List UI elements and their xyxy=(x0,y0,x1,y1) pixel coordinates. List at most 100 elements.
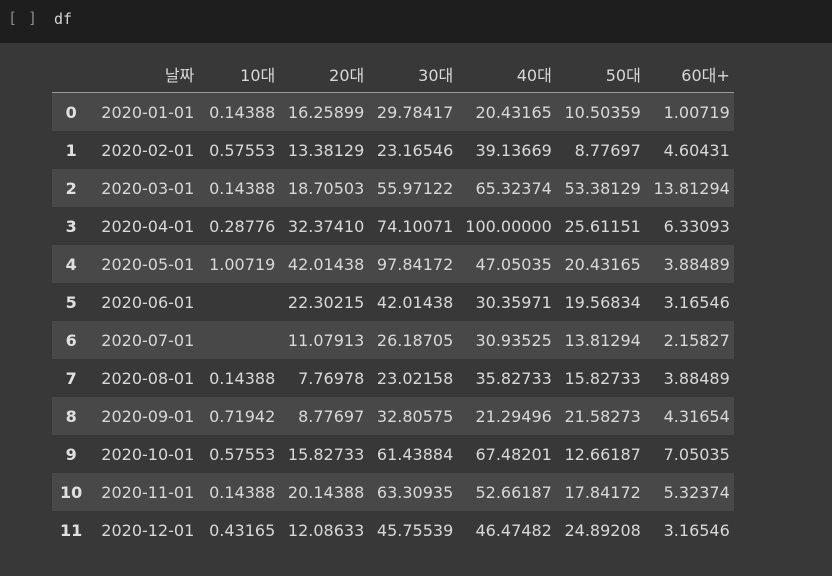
table-cell: 2020-02-01 xyxy=(101,140,195,160)
table-cell: 67.48201 xyxy=(475,444,552,464)
table-cell: 2020-05-01 xyxy=(101,254,195,274)
table-cell: 97.84172 xyxy=(376,254,454,274)
table-cell: 2020-10-01 xyxy=(101,444,195,464)
table-cell: 0.14388 xyxy=(209,368,276,388)
table-cell: 2020-01-01 xyxy=(101,102,195,122)
row-index: 11 xyxy=(60,520,83,540)
table-cell: 42.01438 xyxy=(287,254,365,274)
table-cell: 19.56834 xyxy=(564,292,641,312)
row-index: 9 xyxy=(65,444,77,464)
table-cell: 2020-04-01 xyxy=(101,216,195,236)
cell-output: 날짜 10대 20대 30대 40대 50대 60대+ 0 2020-01-01 0.14388… xyxy=(0,43,832,576)
table-cell: 20.43165 xyxy=(564,254,641,274)
table-cell: 7.76978 xyxy=(298,368,365,388)
table-cell: 35.82733 xyxy=(475,368,552,388)
table-row: 5 2020-06-01 22.30215 42.01438 30.35971 19.56… xyxy=(52,283,734,321)
table-cell: 2020-08-01 xyxy=(101,368,195,388)
table-cell: 10.50359 xyxy=(564,102,641,122)
table-cell: 24.89208 xyxy=(564,520,641,540)
table-cell: 13.38129 xyxy=(287,140,365,160)
table-cell: 0.43165 xyxy=(209,520,276,540)
table-cell: 39.13669 xyxy=(475,140,552,160)
column-header: 60대+ xyxy=(644,56,734,93)
code-cell-input[interactable]: [ ] df xyxy=(0,0,832,43)
table-body: 0 2020-01-01 0.14388 16.25899 29.78417 20.431… xyxy=(52,92,734,549)
table-cell: 2020-07-01 xyxy=(101,330,195,350)
table-cell: 29.78417 xyxy=(376,102,454,122)
table-cell: 0.71942 xyxy=(209,406,276,426)
column-header: 20대 xyxy=(279,56,369,93)
table-cell: 53.38129 xyxy=(564,178,641,198)
table-cell: 4.60431 xyxy=(663,140,730,160)
table-cell: 21.29496 xyxy=(475,406,552,426)
table-cell: 32.80575 xyxy=(376,406,454,426)
table-cell: 20.14388 xyxy=(287,482,365,502)
table-header-row: 날짜 10대 20대 30대 40대 50대 60대+ xyxy=(52,56,734,93)
table-cell: 0.57553 xyxy=(209,444,276,464)
table-row: 9 2020-10-01 0.57553 15.82733 61.43884 67.482… xyxy=(52,435,734,473)
table-cell: 0.28776 xyxy=(209,216,276,236)
table-cell: 17.84172 xyxy=(564,482,641,502)
table-cell: 0.14388 xyxy=(209,102,276,122)
table-cell: 20.43165 xyxy=(475,102,552,122)
table-row: 0 2020-01-01 0.14388 16.25899 29.78417 20.431… xyxy=(52,92,734,131)
row-index: 7 xyxy=(65,368,77,388)
table-cell: 25.61151 xyxy=(564,216,641,236)
table-cell: 74.10071 xyxy=(376,216,454,236)
table-cell: 5.32374 xyxy=(663,482,730,502)
table-cell: 8.77697 xyxy=(298,406,365,426)
table-cell: 3.16546 xyxy=(663,520,730,540)
code-text[interactable]: df xyxy=(54,10,72,28)
table-cell: 12.08633 xyxy=(287,520,365,540)
table-cell: 15.82733 xyxy=(287,444,365,464)
table-cell: 7.05035 xyxy=(663,444,730,464)
table-row: 8 2020-09-01 0.71942 8.77697 32.80575 21.2949… xyxy=(52,397,734,435)
table-cell: 23.02158 xyxy=(376,368,454,388)
table-cell: 6.33093 xyxy=(663,216,730,236)
table-cell: 55.97122 xyxy=(376,178,454,198)
table-cell: 0.14388 xyxy=(209,482,276,502)
table-cell xyxy=(198,321,279,359)
table-cell: 23.16546 xyxy=(376,140,454,160)
table-cell: 21.58273 xyxy=(564,406,641,426)
row-index: 3 xyxy=(65,216,77,236)
table-cell: 65.32374 xyxy=(475,178,552,198)
table-cell: 2020-03-01 xyxy=(101,178,195,198)
table-cell: 100.00000 xyxy=(465,216,552,236)
row-index: 4 xyxy=(65,254,77,274)
column-header: 50대 xyxy=(555,56,645,93)
table-cell: 2020-11-01 xyxy=(101,482,195,502)
table-cell: 3.88489 xyxy=(663,368,730,388)
row-index: 10 xyxy=(60,482,83,502)
table-cell: 1.00719 xyxy=(663,102,730,122)
table-row: 4 2020-05-01 1.00719 42.01438 97.84172 47.050… xyxy=(52,245,734,283)
row-index: 6 xyxy=(65,330,77,350)
table-cell: 45.75539 xyxy=(376,520,454,540)
row-index: 5 xyxy=(65,292,77,312)
table-cell: 16.25899 xyxy=(287,102,365,122)
table-cell: 13.81294 xyxy=(564,330,641,350)
table-cell: 30.35971 xyxy=(475,292,552,312)
table-cell: 2.15827 xyxy=(663,330,730,350)
table-cell: 42.01438 xyxy=(376,292,454,312)
row-index: 1 xyxy=(65,140,77,160)
table-cell: 63.30935 xyxy=(376,482,454,502)
table-cell: 18.70503 xyxy=(287,178,365,198)
table-cell: 2020-09-01 xyxy=(101,406,195,426)
table-cell: 2020-12-01 xyxy=(101,520,195,540)
table-cell: 0.57553 xyxy=(209,140,276,160)
row-index: 2 xyxy=(65,178,77,198)
table-cell: 32.37410 xyxy=(287,216,365,236)
table-cell: 15.82733 xyxy=(564,368,641,388)
table-cell: 26.18705 xyxy=(376,330,454,350)
table-cell: 3.88489 xyxy=(663,254,730,274)
table-cell: 8.77697 xyxy=(574,140,641,160)
table-row: 7 2020-08-01 0.14388 7.76978 23.02158 35.8273… xyxy=(52,359,734,397)
table-cell: 61.43884 xyxy=(376,444,454,464)
table-row: 1 2020-02-01 0.57553 13.38129 23.16546 39.136… xyxy=(52,131,734,169)
table-row: 10 2020-11-01 0.14388 20.14388 63.30935 52.66… xyxy=(52,473,734,511)
table-cell: 11.07913 xyxy=(287,330,365,350)
table-cell: 4.31654 xyxy=(663,406,730,426)
table-cell: 47.05035 xyxy=(475,254,552,274)
run-cell-button[interactable]: [ ] xyxy=(8,9,38,27)
